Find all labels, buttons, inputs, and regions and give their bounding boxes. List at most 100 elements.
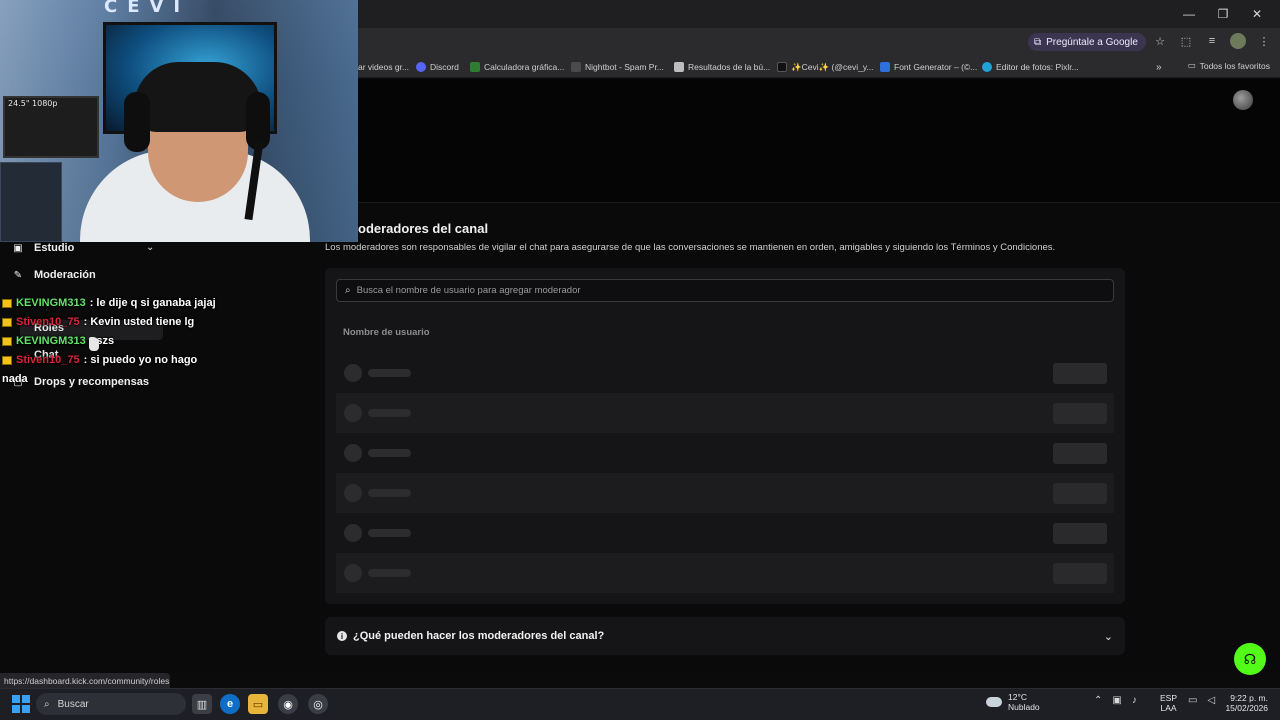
- headset-icon: ☊: [1243, 650, 1257, 667]
- skeleton-button: [1053, 443, 1107, 464]
- bookmarks-overflow-chevron-icon[interactable]: »: [1156, 60, 1162, 74]
- help-chat-button[interactable]: ☊: [1234, 643, 1266, 675]
- loading-row: [336, 393, 1114, 433]
- taskbar-clock[interactable]: 9:22 p. m. 15/02/2026: [1222, 693, 1268, 713]
- windows-start-icon[interactable]: [12, 695, 30, 713]
- sidebar-item-drops[interactable]: ▢ Drops y recompensas: [12, 376, 149, 388]
- toolbar-icons: ☆ ⬚ ≡ ⋮: [1152, 33, 1272, 49]
- bookmark-item[interactable]: Resultados de la bú...: [674, 60, 770, 74]
- taskbar-search[interactable]: ⌕ Buscar: [36, 693, 186, 715]
- chat-text: : Kevin usted tiene lg: [83, 316, 195, 328]
- chevron-down-icon: ⌄: [1103, 630, 1113, 643]
- task-view-icon[interactable]: ▥: [192, 694, 212, 714]
- file-explorer-icon[interactable]: ▭: [248, 694, 268, 714]
- restore-icon[interactable]: ❐: [1206, 3, 1240, 25]
- bookmark-item[interactable]: ar videos gr...: [358, 60, 409, 74]
- bookmark-item[interactable]: Editor de fotos: Pixlr...: [982, 60, 1079, 74]
- sidebar-item-moderation[interactable]: ✎ Moderación: [12, 269, 96, 281]
- page-description: Los moderadores son responsables de vigi…: [325, 242, 1056, 253]
- doc-favicon-icon: [674, 62, 684, 72]
- skeleton-avatar: [344, 444, 362, 462]
- webcam-logo: CEVI: [104, 0, 191, 17]
- loading-row: [336, 353, 1114, 393]
- taskbar-weather[interactable]: 12°C Nublado: [986, 692, 1040, 712]
- skeleton-avatar: [344, 524, 362, 542]
- column-header-username: Nombre de usuario: [343, 327, 430, 338]
- bookmark-item[interactable]: Nightbot - Spam Pr...: [571, 60, 664, 74]
- sidebar-item-label: Moderación: [34, 269, 96, 281]
- bookmark-label: Font Generator – (©...: [894, 62, 978, 72]
- all-bookmarks-folder[interactable]: ▭ Todos los favoritos: [1188, 60, 1270, 71]
- chrome-icon[interactable]: ◉: [278, 694, 298, 714]
- chat-username: Stiven10_75: [16, 354, 80, 366]
- chat-username: KEVINGM313: [16, 335, 86, 347]
- profile-avatar-icon[interactable]: [1230, 33, 1246, 49]
- edge-icon[interactable]: e: [220, 694, 240, 714]
- cloud-icon: [986, 697, 1002, 707]
- system-tray: ⌃ ▣ ♪: [1094, 695, 1137, 706]
- bookmark-label: Resultados de la bú...: [688, 62, 771, 72]
- moderator-search-input[interactable]: [356, 285, 1057, 296]
- skeleton-avatar: [344, 564, 362, 582]
- language-code: ESP: [1160, 693, 1178, 703]
- stream-chat-message: KEVINGM313 : le dije q si ganaba jajaj: [2, 297, 216, 309]
- chevron-down-icon[interactable]: ⌄: [146, 242, 154, 253]
- lens-icon: ⧉: [1034, 36, 1042, 48]
- moderators-faq-accordion[interactable]: i ¿Qué pueden hacer los moderadores del …: [325, 617, 1125, 655]
- sidebar-item-studio[interactable]: ▣ Estudio: [12, 242, 74, 254]
- studio-icon: ▣: [13, 242, 23, 254]
- skeleton-button: [1053, 403, 1107, 424]
- skeleton-text: [368, 369, 411, 377]
- chat-text: : si puedo yo no hago: [83, 354, 198, 366]
- extensions-icon[interactable]: ⬚: [1178, 33, 1194, 49]
- skeleton-avatar: [344, 364, 362, 382]
- bookmark-item[interactable]: Font Generator – (©...: [880, 60, 977, 74]
- ask-google-button[interactable]: ⧉ Pregúntale a Google: [1028, 33, 1146, 51]
- chat-text: : le dije q si ganaba jajaj: [89, 297, 216, 309]
- skeleton-avatar: [344, 404, 362, 422]
- sidebar-item-label: Drops y recompensas: [34, 376, 149, 388]
- all-bookmarks-label: Todos los favoritos: [1199, 60, 1270, 71]
- mod-badge-icon: [2, 336, 12, 346]
- mouse-pointer-icon: [89, 337, 99, 351]
- media-icon[interactable]: ≡: [1204, 33, 1220, 49]
- network-icon[interactable]: ▭: [1188, 695, 1197, 706]
- bookmark-label: Editor de fotos: Pixlr...: [996, 62, 1079, 72]
- menu-icon[interactable]: ⋮: [1256, 33, 1272, 49]
- language-indicator[interactable]: ESP LAA: [1160, 693, 1177, 713]
- loading-row: [336, 473, 1114, 513]
- webcam-person-hair: [134, 62, 262, 132]
- weather-temperature: 12°C: [1008, 692, 1027, 702]
- moderator-search-field[interactable]: ⌕: [336, 279, 1114, 302]
- weather-condition: Nublado: [1008, 702, 1040, 712]
- bookmark-item[interactable]: Discord: [416, 60, 459, 74]
- microphone-icon[interactable]: ♪: [1132, 695, 1137, 706]
- chevron-up-icon[interactable]: ⌃: [1094, 695, 1102, 706]
- obs-icon[interactable]: ◎: [308, 694, 328, 714]
- user-avatar[interactable]: [1233, 90, 1253, 110]
- loading-row: [336, 433, 1114, 473]
- faq-question: ¿Qué pueden hacer los moderadores del ca…: [353, 630, 605, 642]
- chat-username: KEVINGM313: [16, 297, 86, 309]
- ask-google-label: Pregúntale a Google: [1046, 36, 1138, 48]
- tray-app-icon[interactable]: ▣: [1112, 695, 1121, 706]
- bookmark-item[interactable]: Calculadora gráfica...: [470, 60, 564, 74]
- folder-icon: ▭: [1187, 60, 1196, 70]
- clock-time: 9:22 p. m.: [1230, 693, 1268, 703]
- font-favicon-icon: [880, 62, 890, 72]
- stream-chat-message: Stiven10_75 : si puedo yo no hago: [2, 354, 197, 366]
- search-icon: ⌕: [44, 698, 50, 710]
- bookmark-label: ✨Cevi✨ (@cevi_y...: [791, 61, 874, 72]
- volume-icon[interactable]: ◁: [1207, 695, 1215, 706]
- close-icon[interactable]: ✕: [1240, 3, 1274, 25]
- minimize-icon[interactable]: —: [1172, 3, 1206, 25]
- bookmark-label: Nightbot - Spam Pr...: [585, 62, 664, 72]
- skeleton-text: [368, 409, 411, 417]
- webcam-headset-left: [124, 92, 150, 152]
- skeleton-avatar: [344, 484, 362, 502]
- star-icon[interactable]: ☆: [1152, 33, 1168, 49]
- desmos-favicon-icon: [470, 62, 480, 72]
- window-controls: — ❐ ✕: [1172, 3, 1274, 25]
- bookmark-item[interactable]: ✨Cevi✨ (@cevi_y...: [777, 60, 874, 74]
- wrench-icon: ✎: [13, 269, 23, 281]
